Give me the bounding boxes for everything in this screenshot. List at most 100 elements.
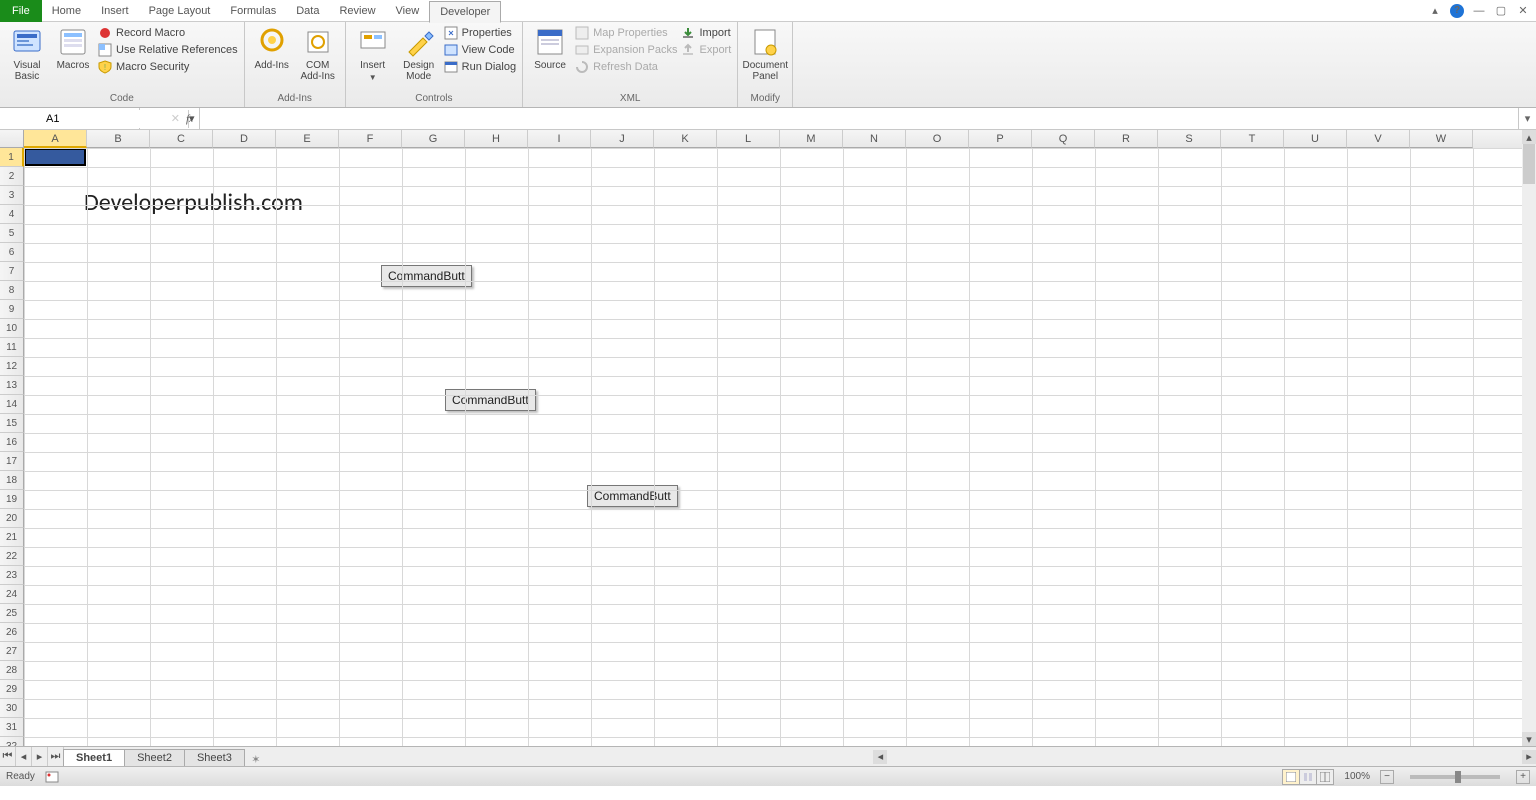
column-header[interactable]: S xyxy=(1158,130,1221,148)
column-header[interactable]: O xyxy=(906,130,969,148)
command-button-1[interactable]: CommandButt xyxy=(381,265,472,287)
column-header[interactable]: G xyxy=(402,130,465,148)
tab-data[interactable]: Data xyxy=(286,0,329,22)
row-header[interactable]: 6 xyxy=(0,243,24,262)
zoom-in-button[interactable]: + xyxy=(1516,770,1530,784)
scroll-down-icon[interactable]: ▾ xyxy=(1522,732,1536,746)
row-header[interactable]: 17 xyxy=(0,452,24,471)
row-header[interactable]: 5 xyxy=(0,224,24,243)
use-relative-refs-button[interactable]: Use Relative References xyxy=(98,43,238,57)
row-header[interactable]: 16 xyxy=(0,433,24,452)
restore-icon[interactable]: ▢ xyxy=(1494,4,1508,18)
tab-formulas[interactable]: Formulas xyxy=(220,0,286,22)
sheet-nav-first[interactable]: ⏮ xyxy=(0,747,16,766)
addins-button[interactable]: Add-Ins xyxy=(251,24,293,71)
tab-home[interactable]: Home xyxy=(42,0,91,22)
hscroll-right-icon[interactable]: ▸ xyxy=(1522,750,1536,764)
row-header[interactable]: 20 xyxy=(0,509,24,528)
select-all-corner[interactable] xyxy=(0,130,24,148)
macros-button[interactable]: Macros xyxy=(52,24,94,71)
column-header[interactable]: F xyxy=(339,130,402,148)
row-header[interactable]: 30 xyxy=(0,699,24,718)
macro-record-status-icon[interactable] xyxy=(45,771,59,783)
column-header[interactable]: H xyxy=(465,130,528,148)
column-header[interactable]: C xyxy=(150,130,213,148)
command-button-3[interactable]: CommandButt xyxy=(587,485,678,507)
column-header[interactable]: D xyxy=(213,130,276,148)
column-header[interactable]: N xyxy=(843,130,906,148)
hscroll-track[interactable] xyxy=(901,751,1508,763)
zoom-marker[interactable] xyxy=(1455,771,1461,783)
sheet-nav-next[interactable]: ▸ xyxy=(32,747,48,766)
command-button-2[interactable]: CommandButt xyxy=(445,389,536,411)
row-header[interactable]: 25 xyxy=(0,604,24,623)
view-page-layout[interactable] xyxy=(1299,769,1317,785)
row-header[interactable]: 8 xyxy=(0,281,24,300)
sheet-tab-3[interactable]: Sheet3 xyxy=(184,749,245,766)
macro-security-button[interactable]: ! Macro Security xyxy=(98,60,238,74)
new-sheet-button[interactable]: ✶ xyxy=(245,753,267,766)
sheet-tab-1[interactable]: Sheet1 xyxy=(63,749,125,766)
view-page-break[interactable] xyxy=(1316,769,1334,785)
hscroll-left-icon[interactable]: ◂ xyxy=(873,750,887,764)
tab-page-layout[interactable]: Page Layout xyxy=(139,0,221,22)
fx-icon[interactable]: fx xyxy=(186,113,193,125)
row-header[interactable]: 19 xyxy=(0,490,24,509)
row-header[interactable]: 18 xyxy=(0,471,24,490)
com-addins-button[interactable]: COMAdd-Ins xyxy=(297,24,339,82)
view-code-button[interactable]: View Code xyxy=(444,43,516,57)
row-header[interactable]: 23 xyxy=(0,566,24,585)
view-normal[interactable] xyxy=(1282,769,1300,785)
cancel-formula-icon[interactable]: ✕ xyxy=(171,112,180,125)
column-header[interactable]: W xyxy=(1410,130,1473,148)
sheet-nav-last[interactable]: ⏭ xyxy=(48,747,64,766)
row-header[interactable]: 11 xyxy=(0,338,24,357)
row-header[interactable]: 7 xyxy=(0,262,24,281)
close-icon[interactable]: ✕ xyxy=(1516,4,1530,18)
minimize-ribbon-icon[interactable]: ▴ xyxy=(1428,4,1442,18)
row-header[interactable]: 32 xyxy=(0,737,24,746)
column-header[interactable]: A xyxy=(24,130,87,148)
record-macro-button[interactable]: Record Macro xyxy=(98,26,238,40)
column-header[interactable]: M xyxy=(780,130,843,148)
row-header[interactable]: 28 xyxy=(0,661,24,680)
column-header[interactable]: L xyxy=(717,130,780,148)
row-header[interactable]: 1 xyxy=(0,148,24,167)
file-tab[interactable]: File xyxy=(0,0,42,22)
row-header[interactable]: 2 xyxy=(0,167,24,186)
tab-view[interactable]: View xyxy=(386,0,430,22)
row-header[interactable]: 21 xyxy=(0,528,24,547)
row-header[interactable]: 31 xyxy=(0,718,24,737)
zoom-out-button[interactable]: − xyxy=(1380,770,1394,784)
import-button[interactable]: Import xyxy=(681,26,731,40)
zoom-slider[interactable] xyxy=(1410,775,1500,779)
column-header[interactable]: V xyxy=(1347,130,1410,148)
row-header[interactable]: 10 xyxy=(0,319,24,338)
row-header[interactable]: 26 xyxy=(0,623,24,642)
column-header[interactable]: J xyxy=(591,130,654,148)
row-header[interactable]: 29 xyxy=(0,680,24,699)
column-header[interactable]: T xyxy=(1221,130,1284,148)
column-header[interactable]: I xyxy=(528,130,591,148)
run-dialog-button[interactable]: Run Dialog xyxy=(444,60,516,74)
source-button[interactable]: Source xyxy=(529,24,571,71)
tab-insert[interactable]: Insert xyxy=(91,0,139,22)
horizontal-scrollbar[interactable]: ◂ ▸ xyxy=(267,747,1536,766)
row-header[interactable]: 9 xyxy=(0,300,24,319)
tab-developer[interactable]: Developer xyxy=(429,1,501,23)
column-header[interactable]: U xyxy=(1284,130,1347,148)
row-header[interactable]: 4 xyxy=(0,205,24,224)
row-header[interactable]: 24 xyxy=(0,585,24,604)
column-header[interactable]: K xyxy=(654,130,717,148)
row-header[interactable]: 15 xyxy=(0,414,24,433)
help-icon[interactable]: ? xyxy=(1450,4,1464,18)
row-header[interactable]: 3 xyxy=(0,186,24,205)
row-header[interactable]: 27 xyxy=(0,642,24,661)
column-header[interactable]: R xyxy=(1095,130,1158,148)
column-header[interactable]: P xyxy=(969,130,1032,148)
column-header[interactable]: B xyxy=(87,130,150,148)
row-header[interactable]: 12 xyxy=(0,357,24,376)
tab-review[interactable]: Review xyxy=(329,0,385,22)
vertical-scrollbar[interactable]: ▴ ▾ xyxy=(1522,130,1536,746)
row-header[interactable]: 22 xyxy=(0,547,24,566)
